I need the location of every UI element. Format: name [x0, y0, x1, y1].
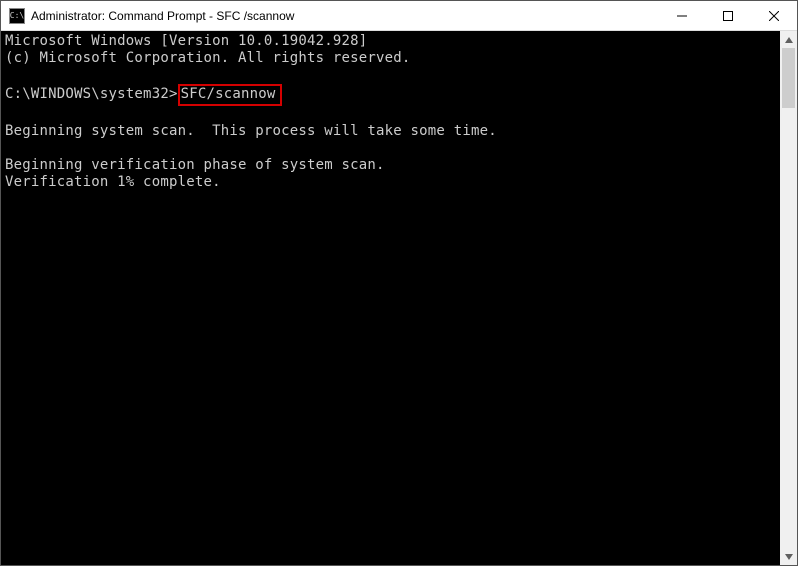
- minimize-icon: [677, 11, 687, 21]
- output-line: Microsoft Windows [Version 10.0.19042.92…: [5, 33, 367, 49]
- vertical-scrollbar[interactable]: [780, 31, 797, 565]
- close-icon: [769, 11, 779, 21]
- command-highlight: SFC/scannow: [178, 84, 282, 106]
- scrollbar-thumb[interactable]: [782, 48, 795, 108]
- chevron-up-icon: [785, 37, 793, 43]
- titlebar[interactable]: C:\ Administrator: Command Prompt - SFC …: [1, 1, 797, 31]
- scrollbar-track[interactable]: [780, 48, 797, 548]
- output-line: (c) Microsoft Corporation. All rights re…: [5, 50, 411, 66]
- output-line: Verification 1% complete.: [5, 174, 221, 190]
- terminal-area: Microsoft Windows [Version 10.0.19042.92…: [1, 31, 797, 565]
- cmd-icon: C:\: [9, 8, 25, 24]
- window-controls: [659, 1, 797, 30]
- maximize-button[interactable]: [705, 1, 751, 30]
- prompt-text: C:\WINDOWS\system32>: [5, 86, 178, 102]
- scroll-down-button[interactable]: [780, 548, 797, 565]
- terminal-output[interactable]: Microsoft Windows [Version 10.0.19042.92…: [1, 31, 780, 565]
- window-title: Administrator: Command Prompt - SFC /sca…: [31, 9, 659, 23]
- output-line: Beginning system scan. This process will…: [5, 123, 497, 139]
- output-line: Beginning verification phase of system s…: [5, 157, 385, 173]
- maximize-icon: [723, 11, 733, 21]
- scroll-up-button[interactable]: [780, 31, 797, 48]
- close-button[interactable]: [751, 1, 797, 30]
- minimize-button[interactable]: [659, 1, 705, 30]
- chevron-down-icon: [785, 554, 793, 560]
- command-prompt-window: C:\ Administrator: Command Prompt - SFC …: [0, 0, 798, 566]
